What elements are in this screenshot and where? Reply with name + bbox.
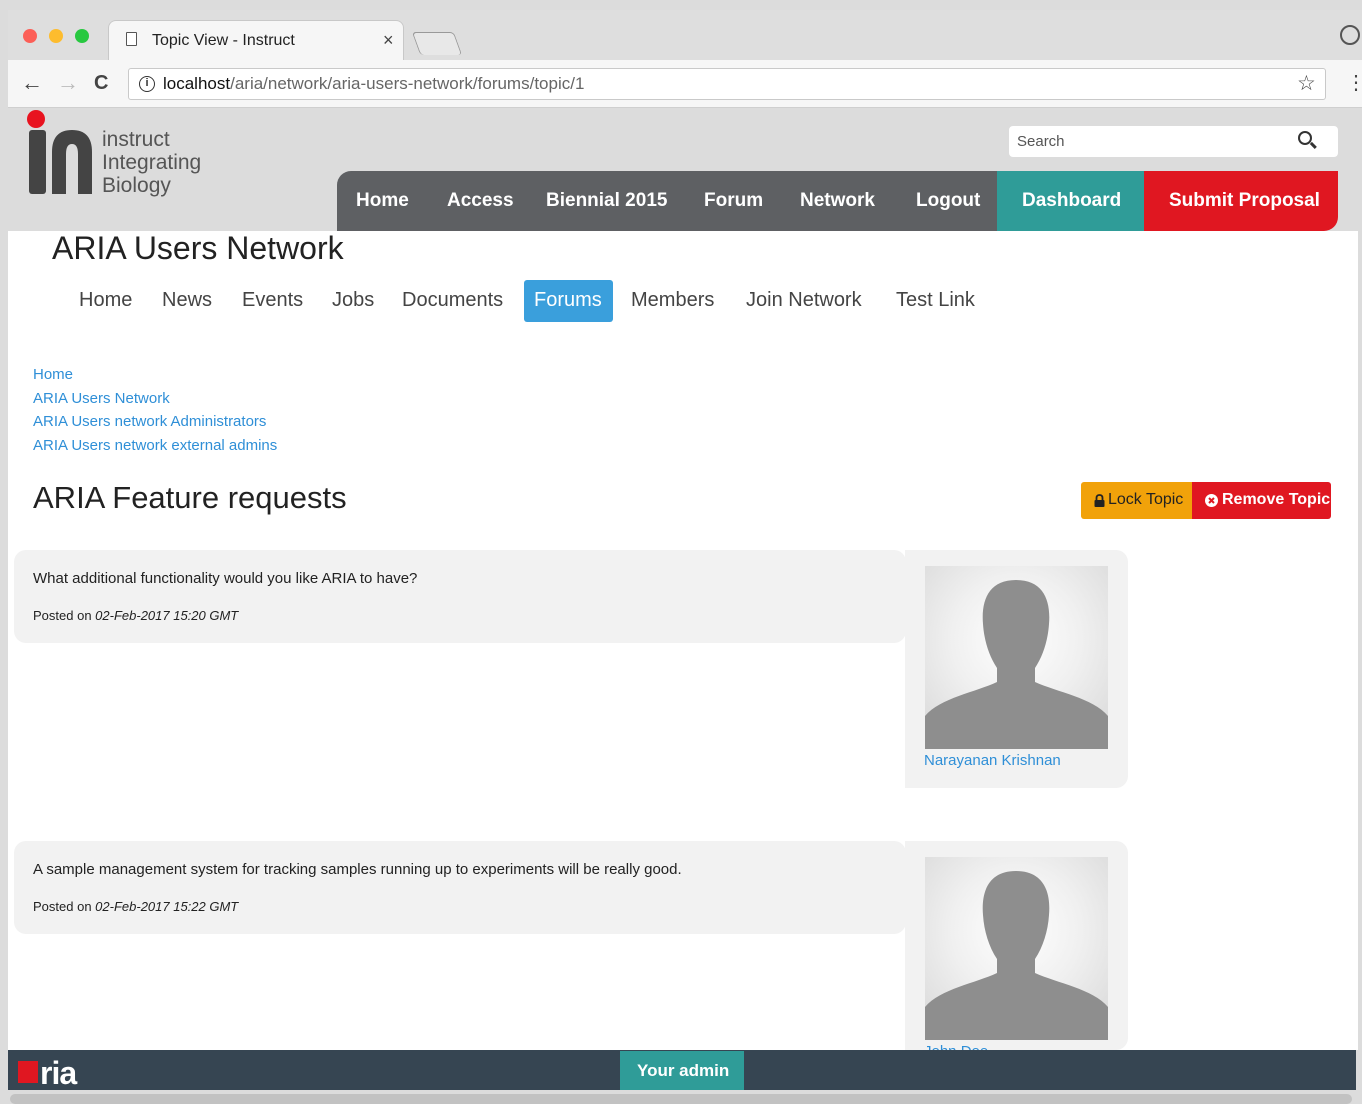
topic-title: ARIA Feature requests [33, 480, 347, 515]
aria-logo-text: ria [40, 1055, 77, 1091]
sub-nav-test-link[interactable]: Test Link [896, 289, 975, 312]
maximize-window-button[interactable] [75, 29, 89, 43]
lock-icon [1094, 494, 1105, 507]
horizontal-scrollbar[interactable] [10, 1094, 1352, 1104]
sub-nav-home[interactable]: Home [79, 289, 132, 312]
logo-text-line: instruct [102, 128, 170, 151]
sub-nav-members[interactable]: Members [631, 289, 714, 312]
nav-access[interactable]: Access [447, 190, 514, 212]
post-text: What additional functionality would you … [33, 570, 418, 587]
remove-circle-icon [1205, 494, 1218, 507]
post-meta: Posted on 02-Feb-2017 15:22 GMT [33, 899, 238, 914]
logo-text-line: Biology [102, 174, 171, 197]
reload-icon[interactable]: C [94, 72, 108, 95]
breadcrumb-external-admins[interactable]: ARIA Users network external admins [33, 437, 277, 454]
new-tab-button[interactable] [411, 32, 463, 55]
remove-topic-label: Remove Topic [1222, 491, 1331, 508]
sub-nav-join-network[interactable]: Join Network [746, 289, 862, 312]
your-admin-label: Your admin [637, 1061, 730, 1080]
nav-forum[interactable]: Forum [704, 190, 763, 212]
profile-icon[interactable] [1340, 25, 1360, 45]
bookmark-star-icon[interactable]: ☆ [1297, 71, 1316, 96]
breadcrumb-home[interactable]: Home [33, 366, 73, 383]
tab-title: Topic View - Instruct [152, 32, 295, 49]
sub-nav-forums[interactable]: Forums [534, 289, 602, 312]
sub-nav-documents[interactable]: Documents [402, 289, 503, 312]
nav-network[interactable]: Network [800, 190, 875, 212]
url-text: localhost/aria/network/aria-users-networ… [163, 74, 584, 94]
info-icon[interactable]: i [139, 76, 155, 92]
submit-proposal-label: Submit Proposal [1169, 190, 1320, 211]
dashboard-label: Dashboard [1022, 190, 1122, 211]
minimize-window-button[interactable] [49, 29, 63, 43]
search-placeholder: Search [1017, 133, 1065, 150]
tab-close-icon[interactable]: × [383, 30, 394, 51]
person-silhouette-icon [925, 580, 1108, 749]
post-body [14, 550, 906, 643]
url-host: localhost [163, 74, 231, 93]
post-meta: Posted on 02-Feb-2017 15:20 GMT [33, 608, 238, 623]
breadcrumb-network[interactable]: ARIA Users Network [33, 390, 170, 407]
lock-topic-label: Lock Topic [1108, 491, 1184, 508]
post-date: 02-Feb-2017 15:22 GMT [95, 899, 239, 914]
nav-home[interactable]: Home [356, 190, 409, 212]
url-path: /aria/network/aria-users-network/forums/… [230, 74, 585, 93]
sub-nav-news[interactable]: News [162, 289, 212, 312]
back-arrow-icon[interactable]: ← [21, 70, 43, 96]
person-silhouette-icon [925, 871, 1108, 1040]
avatar [925, 566, 1108, 749]
post-text: A sample management system for tracking … [33, 861, 682, 878]
posted-prefix: Posted on [33, 608, 92, 623]
logo-dot [27, 110, 45, 128]
nav-logout[interactable]: Logout [916, 190, 980, 212]
network-title: ARIA Users Network [52, 230, 344, 266]
aria-logo-mark [18, 1061, 38, 1083]
posted-prefix: Posted on [33, 899, 92, 914]
breadcrumb-administrators[interactable]: ARIA Users network Administrators [33, 413, 266, 430]
logo-arch-icon [52, 130, 92, 194]
browser-menu-icon[interactable]: ⋮ [1346, 70, 1362, 95]
logo-bar [29, 130, 46, 194]
nav-biennial-2015[interactable]: Biennial 2015 [546, 190, 667, 212]
forward-arrow-icon[interactable]: → [57, 70, 79, 96]
post-body [14, 841, 906, 934]
logo-text-line: Integrating [102, 151, 202, 174]
sub-nav-events[interactable]: Events [242, 289, 303, 312]
avatar [925, 857, 1108, 1040]
page-icon [126, 32, 137, 46]
sub-nav-jobs[interactable]: Jobs [332, 289, 374, 312]
post-date: 02-Feb-2017 15:20 GMT [95, 608, 239, 623]
author-link[interactable]: Narayanan Krishnan [924, 752, 1061, 769]
close-window-button[interactable] [23, 29, 37, 43]
